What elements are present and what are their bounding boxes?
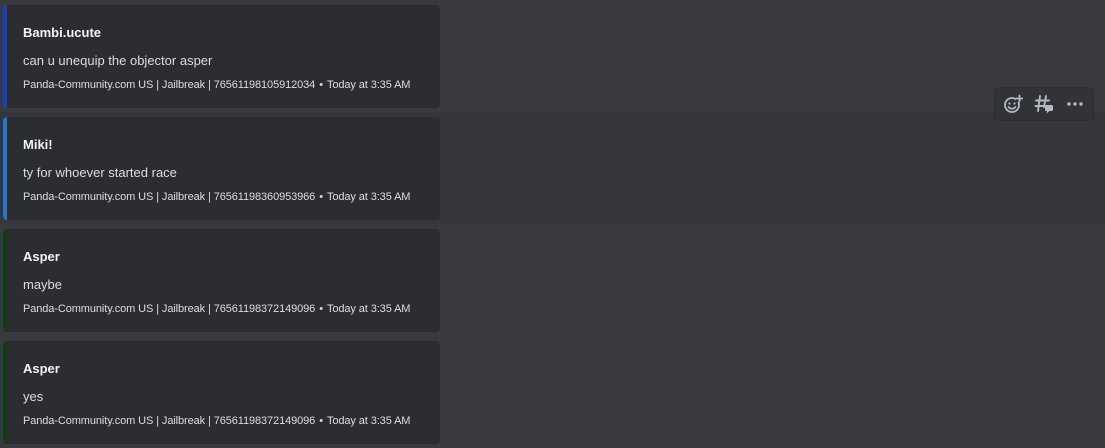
footer-timestamp: Today at 3:35 AM [326,79,411,91]
embed-description: yes [23,389,44,404]
message-row[interactable]: Asper yes Panda-Community.com US | Jailb… [0,336,1105,448]
embed-description: can u unequip the objector asper [23,53,213,68]
message-row[interactable]: Bambi.ucute can u unequip the objector a… [0,0,1105,112]
create-thread-button[interactable] [1030,90,1058,118]
embed-author[interactable]: Asper [23,361,60,376]
add-reaction-icon [1003,94,1023,113]
footer-timestamp: Today at 3:35 AM [326,415,411,427]
footer-timestamp: Today at 3:35 AM [326,191,411,203]
footer-timestamp: Today at 3:35 AM [326,303,411,315]
embed-footer: Panda-Community.com US | Jailbreak | 765… [23,191,410,203]
embed-author[interactable]: Asper [23,249,60,264]
footer-text: Panda-Community.com US | Jailbreak | 765… [23,415,316,427]
message-actions-toolbar [995,88,1093,120]
embed-description: ty for whoever started race [23,165,177,180]
footer-text: Panda-Community.com US | Jailbreak | 765… [23,303,316,315]
create-thread-icon [1034,95,1053,114]
footer-separator: • [319,79,323,91]
embed-author[interactable]: Miki! [23,137,53,152]
embed-card: Bambi.ucute can u unequip the objector a… [3,5,440,108]
embed-footer: Panda-Community.com US | Jailbreak | 765… [23,79,410,91]
more-options-button[interactable] [1061,90,1089,118]
footer-text: Panda-Community.com US | Jailbreak | 765… [23,191,316,203]
embed-author[interactable]: Bambi.ucute [23,25,101,40]
add-reaction-button[interactable] [999,90,1027,118]
embed-footer: Panda-Community.com US | Jailbreak | 765… [23,415,410,427]
more-icon [1067,102,1084,106]
message-row[interactable]: Asper maybe Panda-Community.com US | Jai… [0,224,1105,336]
message-feed: Bambi.ucute can u unequip the objector a… [0,0,1105,448]
message-row[interactable]: Miki! ty for whoever started race Panda-… [0,112,1105,224]
embed-footer: Panda-Community.com US | Jailbreak | 765… [23,303,410,315]
embed-card: Miki! ty for whoever started race Panda-… [3,117,440,220]
footer-separator: • [319,191,323,203]
embed-description: maybe [23,277,63,292]
embed-card: Asper yes Panda-Community.com US | Jailb… [3,341,440,444]
footer-separator: • [319,415,323,427]
embed-card: Asper maybe Panda-Community.com US | Jai… [3,229,440,332]
footer-text: Panda-Community.com US | Jailbreak | 765… [23,79,316,91]
footer-separator: • [319,303,323,315]
